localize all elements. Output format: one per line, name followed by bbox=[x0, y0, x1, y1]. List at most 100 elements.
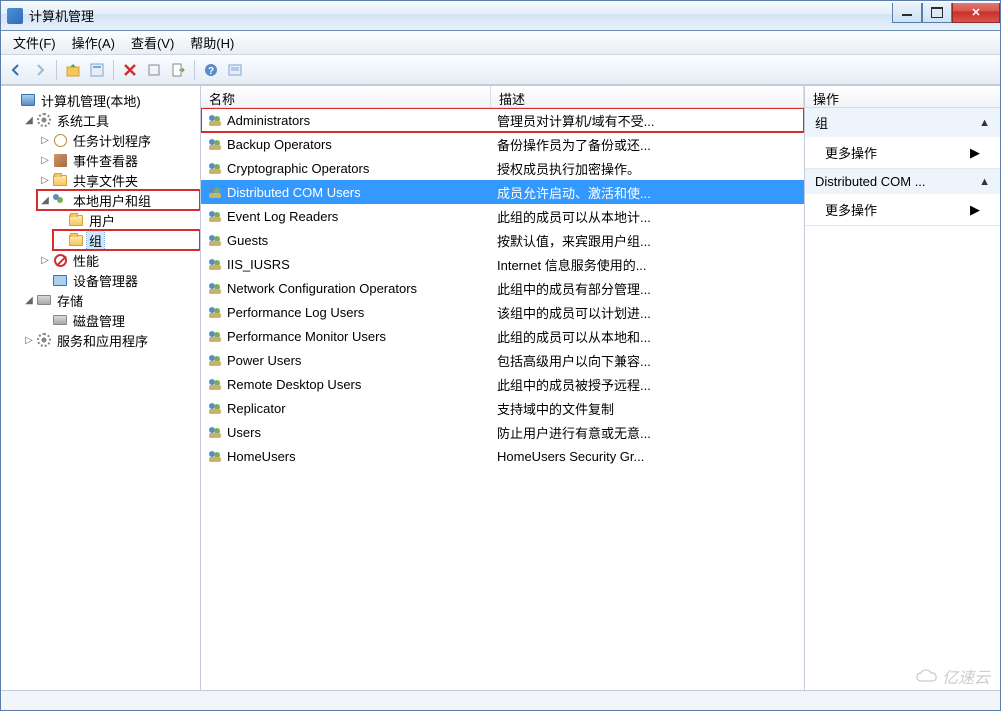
group-row[interactable]: Users防止用户进行有意或无意... bbox=[201, 420, 804, 444]
action-more-1[interactable]: 更多操作 ▶ bbox=[805, 137, 1000, 168]
toolbar-separator bbox=[56, 60, 57, 80]
screen-icon bbox=[52, 272, 68, 288]
tree-task-sched[interactable]: ▷任务计划程序 bbox=[37, 130, 200, 150]
group-desc-cell: 该组中的成员可以计划进... bbox=[491, 303, 804, 322]
group-row[interactable]: Power Users包括高级用户以向下兼容... bbox=[201, 348, 804, 372]
collapse-icon[interactable]: ◢ bbox=[39, 194, 51, 206]
group-name-cell: Performance Monitor Users bbox=[201, 328, 491, 344]
collapse-icon[interactable]: ◢ bbox=[23, 294, 35, 306]
actions-title: 操作 bbox=[805, 86, 1000, 108]
back-icon[interactable] bbox=[5, 59, 27, 81]
export-icon[interactable] bbox=[167, 59, 189, 81]
refresh-icon[interactable] bbox=[143, 59, 165, 81]
tree-dev-mgr[interactable]: 设备管理器 bbox=[37, 270, 200, 290]
group-row[interactable]: IIS_IUSRSInternet 信息服务使用的... bbox=[201, 252, 804, 276]
group-name-cell: Administrators bbox=[201, 112, 491, 128]
tree-sys-tools[interactable]: ◢ 系统工具 bbox=[21, 110, 200, 130]
app-icon bbox=[7, 8, 23, 24]
group-desc-cell: 按默认值，来宾跟用户组... bbox=[491, 231, 804, 250]
group-name-cell: Power Users bbox=[201, 352, 491, 368]
group-row[interactable]: Event Log Readers此组的成员可以从本地计... bbox=[201, 204, 804, 228]
tree-groups[interactable]: 组 bbox=[53, 230, 200, 250]
group-icon bbox=[207, 400, 223, 416]
group-name-cell: Cryptographic Operators bbox=[201, 160, 491, 176]
group-row[interactable]: Remote Desktop Users此组中的成员被授予远程... bbox=[201, 372, 804, 396]
action-section-groups: 组 ▲ 更多操作 ▶ bbox=[805, 108, 1000, 169]
action-head-label: 组 bbox=[815, 113, 828, 132]
group-row[interactable]: Administrators管理员对计算机/域有不受... bbox=[201, 108, 804, 132]
tree-root[interactable]: 计算机管理(本地) bbox=[5, 90, 200, 110]
tree-perf[interactable]: ▷ 性能 bbox=[37, 250, 200, 270]
expand-icon[interactable]: ▷ bbox=[23, 334, 35, 346]
tree-shared[interactable]: ▷共享文件夹 bbox=[37, 170, 200, 190]
help-icon[interactable]: ? bbox=[200, 59, 222, 81]
group-desc-cell: Internet 信息服务使用的... bbox=[491, 255, 804, 274]
expand-icon[interactable]: ▷ bbox=[39, 134, 51, 146]
group-desc-cell: 此组的成员可以从本地计... bbox=[491, 207, 804, 226]
tree-local-users-groups[interactable]: ◢本地用户和组 bbox=[37, 190, 200, 210]
tree-pane: 计算机管理(本地) ◢ 系统工具 ▷任务计划程序 bbox=[1, 86, 201, 690]
details-icon[interactable] bbox=[224, 59, 246, 81]
expand-icon[interactable] bbox=[7, 94, 19, 106]
chevron-right-icon: ▶ bbox=[970, 145, 980, 161]
tree-label: 性能 bbox=[71, 251, 101, 270]
group-name-cell: Network Configuration Operators bbox=[201, 280, 491, 296]
window-controls bbox=[892, 3, 1000, 23]
nav-tree[interactable]: 计算机管理(本地) ◢ 系统工具 ▷任务计划程序 bbox=[1, 90, 200, 350]
minimize-button[interactable] bbox=[892, 3, 922, 23]
props-icon[interactable] bbox=[86, 59, 108, 81]
action-more-2[interactable]: 更多操作 ▶ bbox=[805, 194, 1000, 225]
menu-help[interactable]: 帮助(H) bbox=[182, 30, 242, 55]
group-desc-cell: 授权成员执行加密操作。 bbox=[491, 159, 804, 178]
tree-services-apps[interactable]: ▷服务和应用程序 bbox=[21, 330, 200, 350]
group-row[interactable]: Performance Log Users该组中的成员可以计划进... bbox=[201, 300, 804, 324]
group-icon bbox=[207, 448, 223, 464]
close-button[interactable] bbox=[952, 3, 1000, 23]
expand-icon[interactable]: ▷ bbox=[39, 254, 51, 266]
tree-users[interactable]: 用户 bbox=[53, 210, 200, 230]
col-name[interactable]: 名称 bbox=[201, 86, 491, 107]
tree-label: 系统工具 bbox=[55, 111, 111, 130]
group-icon bbox=[207, 136, 223, 152]
collapse-icon[interactable]: ◢ bbox=[23, 114, 35, 126]
group-row[interactable]: Network Configuration Operators此组中的成员有部分… bbox=[201, 276, 804, 300]
delete-icon[interactable] bbox=[119, 59, 141, 81]
group-desc-cell: 包括高级用户以向下兼容... bbox=[491, 351, 804, 370]
forward-icon[interactable] bbox=[29, 59, 51, 81]
group-icon bbox=[207, 280, 223, 296]
group-row[interactable]: Distributed COM Users成员允许启动、激活和使... bbox=[201, 180, 804, 204]
group-icon bbox=[207, 376, 223, 392]
action-head-selected[interactable]: Distributed COM ... ▲ bbox=[805, 169, 1000, 194]
menu-action[interactable]: 操作(A) bbox=[64, 30, 123, 55]
group-icon bbox=[207, 232, 223, 248]
statusbar bbox=[1, 690, 1000, 710]
group-desc-cell: 此组中的成员有部分管理... bbox=[491, 279, 804, 298]
tree-label: 用户 bbox=[87, 211, 117, 230]
tree-label: 设备管理器 bbox=[71, 271, 140, 290]
tree-event-viewer[interactable]: ▷事件查看器 bbox=[37, 150, 200, 170]
titlebar[interactable]: 计算机管理 bbox=[1, 1, 1000, 31]
tree-storage[interactable]: ◢存储 bbox=[21, 290, 200, 310]
maximize-button[interactable] bbox=[922, 3, 952, 23]
menu-view[interactable]: 查看(V) bbox=[123, 30, 182, 55]
group-desc-cell: 支持域中的文件复制 bbox=[491, 399, 804, 418]
group-icon bbox=[207, 352, 223, 368]
group-row[interactable]: Cryptographic Operators授权成员执行加密操作。 bbox=[201, 156, 804, 180]
group-row[interactable]: Replicator支持域中的文件复制 bbox=[201, 396, 804, 420]
col-desc[interactable]: 描述 bbox=[491, 86, 804, 107]
chevron-right-icon: ▶ bbox=[970, 202, 980, 218]
group-row[interactable]: HomeUsersHomeUsers Security Gr... bbox=[201, 444, 804, 468]
group-row[interactable]: Backup Operators备份操作员为了备份或还... bbox=[201, 132, 804, 156]
expand-icon[interactable]: ▷ bbox=[39, 174, 51, 186]
group-name-cell: Remote Desktop Users bbox=[201, 376, 491, 392]
expand-icon[interactable]: ▷ bbox=[39, 154, 51, 166]
menu-file[interactable]: 文件(F) bbox=[5, 30, 64, 55]
up-icon[interactable] bbox=[62, 59, 84, 81]
list-body[interactable]: Administrators管理员对计算机/域有不受...Backup Oper… bbox=[201, 108, 804, 690]
group-row[interactable]: Guests按默认值，来宾跟用户组... bbox=[201, 228, 804, 252]
group-row[interactable]: Performance Monitor Users此组的成员可以从本地和... bbox=[201, 324, 804, 348]
action-head-groups[interactable]: 组 ▲ bbox=[805, 108, 1000, 137]
tree-disk-mgmt[interactable]: 磁盘管理 bbox=[37, 310, 200, 330]
tree-label: 磁盘管理 bbox=[71, 311, 127, 330]
group-desc-cell: 管理员对计算机/域有不受... bbox=[491, 111, 804, 130]
